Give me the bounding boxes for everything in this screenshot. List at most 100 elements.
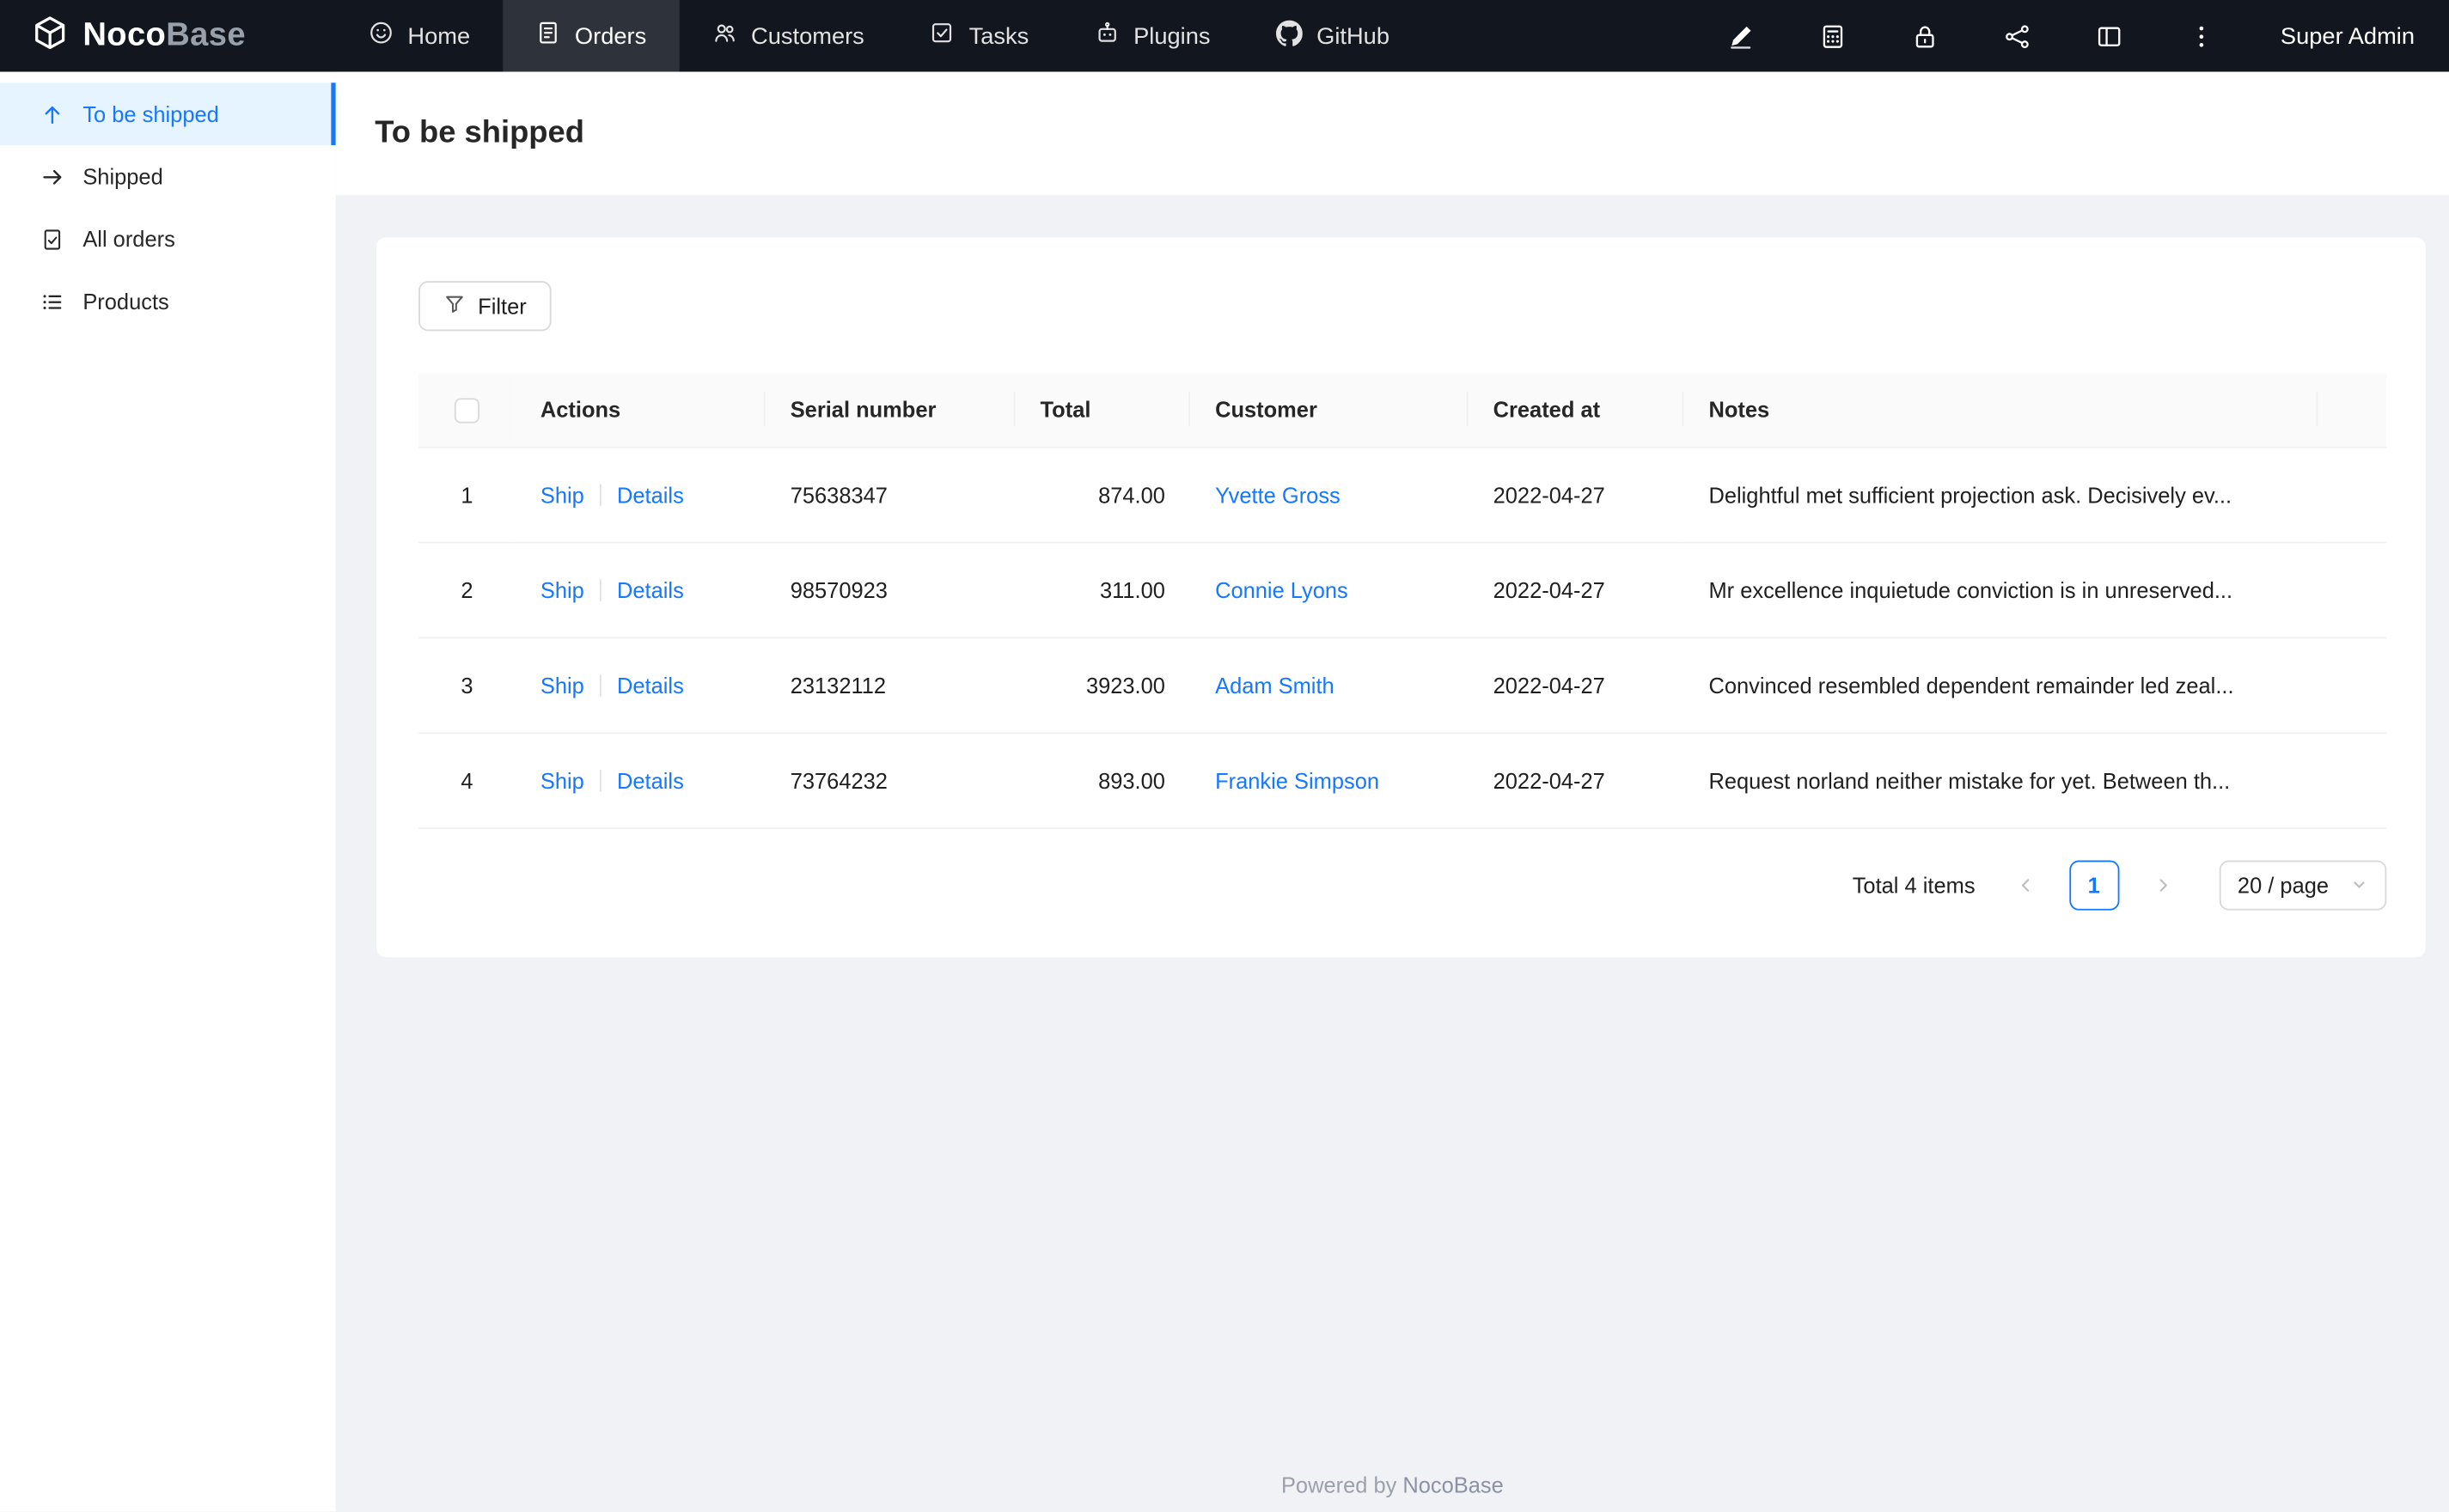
ship-link[interactable]: Ship <box>540 482 584 507</box>
footer: Powered by NocoBase <box>336 1472 2449 1497</box>
pagination-total: Total 4 items <box>1852 872 1976 898</box>
select-all-checkbox[interactable] <box>454 398 480 424</box>
nav-item-home[interactable]: Home <box>336 0 504 72</box>
details-link[interactable]: Details <box>617 482 684 507</box>
column-header-created-at: Created at <box>1468 373 1684 448</box>
action-divider <box>600 674 602 696</box>
total-cell: 3923.00 <box>1015 637 1191 734</box>
ship-link[interactable]: Ship <box>540 577 584 602</box>
plugins-icon <box>1095 21 1120 52</box>
nav-item-label: GitHub <box>1316 22 1389 50</box>
page-size-select[interactable]: 20 / page <box>2219 859 2387 910</box>
sidebar-item-label: All orders <box>82 226 175 252</box>
column-header-customer: Customer <box>1190 373 1469 448</box>
table-header-row: Actions Serial number Total Customer Cre… <box>418 373 2387 448</box>
total-cell: 311.00 <box>1015 541 1191 638</box>
list-icon <box>39 289 64 314</box>
sidebar: To be shipped Shipped All orders Product… <box>0 71 336 1512</box>
nav-item-github[interactable]: GitHub <box>1243 0 1422 72</box>
ship-link[interactable]: Ship <box>540 672 584 697</box>
orders-table: Actions Serial number Total Customer Cre… <box>418 373 2387 829</box>
content-area: Filter Actions Serial number Total Custo… <box>336 195 2449 957</box>
column-header-spacer <box>2318 373 2387 448</box>
nocobase-logo-icon <box>31 13 69 58</box>
nav-item-orders[interactable]: Orders <box>503 0 680 72</box>
github-icon <box>1275 19 1303 52</box>
serial-cell: 75638347 <box>765 446 1016 543</box>
chevron-down-icon <box>2354 881 2365 888</box>
created-at-cell: 2022-04-27 <box>1468 732 1684 829</box>
screen: NocoBase Home Orders Customers Tasks Plu… <box>0 0 2449 1512</box>
total-cell: 893.00 <box>1015 732 1191 829</box>
arrow-right-icon <box>39 164 64 189</box>
action-divider <box>600 578 602 601</box>
table-row: 4 Ship Details 73764232 893.00 Frankie Si… <box>418 732 2387 829</box>
pagination-page-1[interactable]: 1 <box>2068 859 2119 910</box>
action-divider <box>600 483 602 505</box>
sidebar-item-products[interactable]: Products <box>0 270 336 332</box>
collections-icon[interactable] <box>1820 22 1847 49</box>
page-header: To be shipped <box>335 71 2449 196</box>
column-header-serial: Serial number <box>765 373 1016 448</box>
ship-link[interactable]: Ship <box>540 767 584 792</box>
chevron-left-icon <box>2021 878 2029 891</box>
main-menu: Home Orders Customers Tasks Plugins GitH… <box>336 0 1422 72</box>
customer-link[interactable]: Frankie Simpson <box>1215 767 1379 792</box>
created-at-cell: 2022-04-27 <box>1468 637 1684 734</box>
nav-item-customers[interactable]: Customers <box>679 0 897 72</box>
home-icon <box>369 21 394 52</box>
table-row: 2 Ship Details 98570923 311.00 Connie Lyo… <box>418 541 2387 638</box>
action-divider <box>600 769 602 791</box>
orders-card: Filter Actions Serial number Total Custo… <box>376 237 2426 957</box>
footer-brand-link[interactable]: NocoBase <box>1402 1472 1503 1497</box>
more-icon[interactable] <box>2189 22 2215 49</box>
row-index: 3 <box>418 637 516 734</box>
row-index: 1 <box>418 446 516 543</box>
top-navbar: NocoBase Home Orders Customers Tasks Plu… <box>0 0 2449 72</box>
logo-text: NocoBase <box>82 17 246 55</box>
customers-icon <box>712 21 737 52</box>
sidebar-item-label: Products <box>82 289 169 314</box>
row-index: 4 <box>418 732 516 829</box>
details-link[interactable]: Details <box>617 767 684 792</box>
page-title: To be shipped <box>375 115 584 150</box>
pagination: Total 4 items 1 20 / page <box>418 859 2387 910</box>
nav-item-label: Home <box>407 22 471 50</box>
customer-link[interactable]: Adam Smith <box>1215 672 1334 697</box>
nav-item-label: Orders <box>574 22 647 50</box>
details-link[interactable]: Details <box>617 577 684 602</box>
customer-link[interactable]: Yvette Gross <box>1215 482 1341 507</box>
user-menu[interactable]: Super Admin <box>2281 22 2415 49</box>
chevron-right-icon <box>2159 878 2167 891</box>
navbar-tools: Super Admin <box>1727 0 2449 72</box>
nav-item-label: Customers <box>751 22 864 50</box>
lock-icon[interactable] <box>1912 22 1939 49</box>
filter-button[interactable]: Filter <box>418 281 552 332</box>
file-icon <box>39 227 64 252</box>
notes-cell: Delightful met sufficient projection ask… <box>1683 446 2318 543</box>
nocobase-logo[interactable]: NocoBase <box>0 0 336 72</box>
created-at-cell: 2022-04-27 <box>1468 446 1684 543</box>
highlighter-icon[interactable] <box>1727 22 1754 49</box>
created-at-cell: 2022-04-27 <box>1468 541 1684 638</box>
column-header-actions: Actions <box>515 373 766 448</box>
api-icon[interactable] <box>2004 22 2031 49</box>
pagination-next-button[interactable] <box>2138 860 2188 910</box>
powered-by-text: Powered by <box>1280 1472 1403 1498</box>
arrow-up-icon <box>39 101 64 126</box>
details-link[interactable]: Details <box>617 672 684 697</box>
logo-text-light: Base <box>166 16 246 53</box>
pagination-prev-button[interactable] <box>2000 860 2050 910</box>
table-row: 3 Ship Details 23132112 3923.00 Adam Smit… <box>418 637 2387 734</box>
layout-icon[interactable] <box>2096 22 2122 49</box>
page-size-value: 20 / page <box>2237 872 2330 898</box>
nav-item-tasks[interactable]: Tasks <box>897 0 1061 72</box>
serial-cell: 73764232 <box>765 732 1016 829</box>
nav-item-plugins[interactable]: Plugins <box>1061 0 1243 72</box>
sidebar-item-all-orders[interactable]: All orders <box>0 208 336 271</box>
sidebar-item-label: Shipped <box>82 163 163 189</box>
serial-cell: 23132112 <box>765 637 1016 734</box>
sidebar-item-shipped[interactable]: Shipped <box>0 145 336 208</box>
sidebar-item-to-be-shipped[interactable]: To be shipped <box>0 82 336 146</box>
customer-link[interactable]: Connie Lyons <box>1215 577 1348 602</box>
